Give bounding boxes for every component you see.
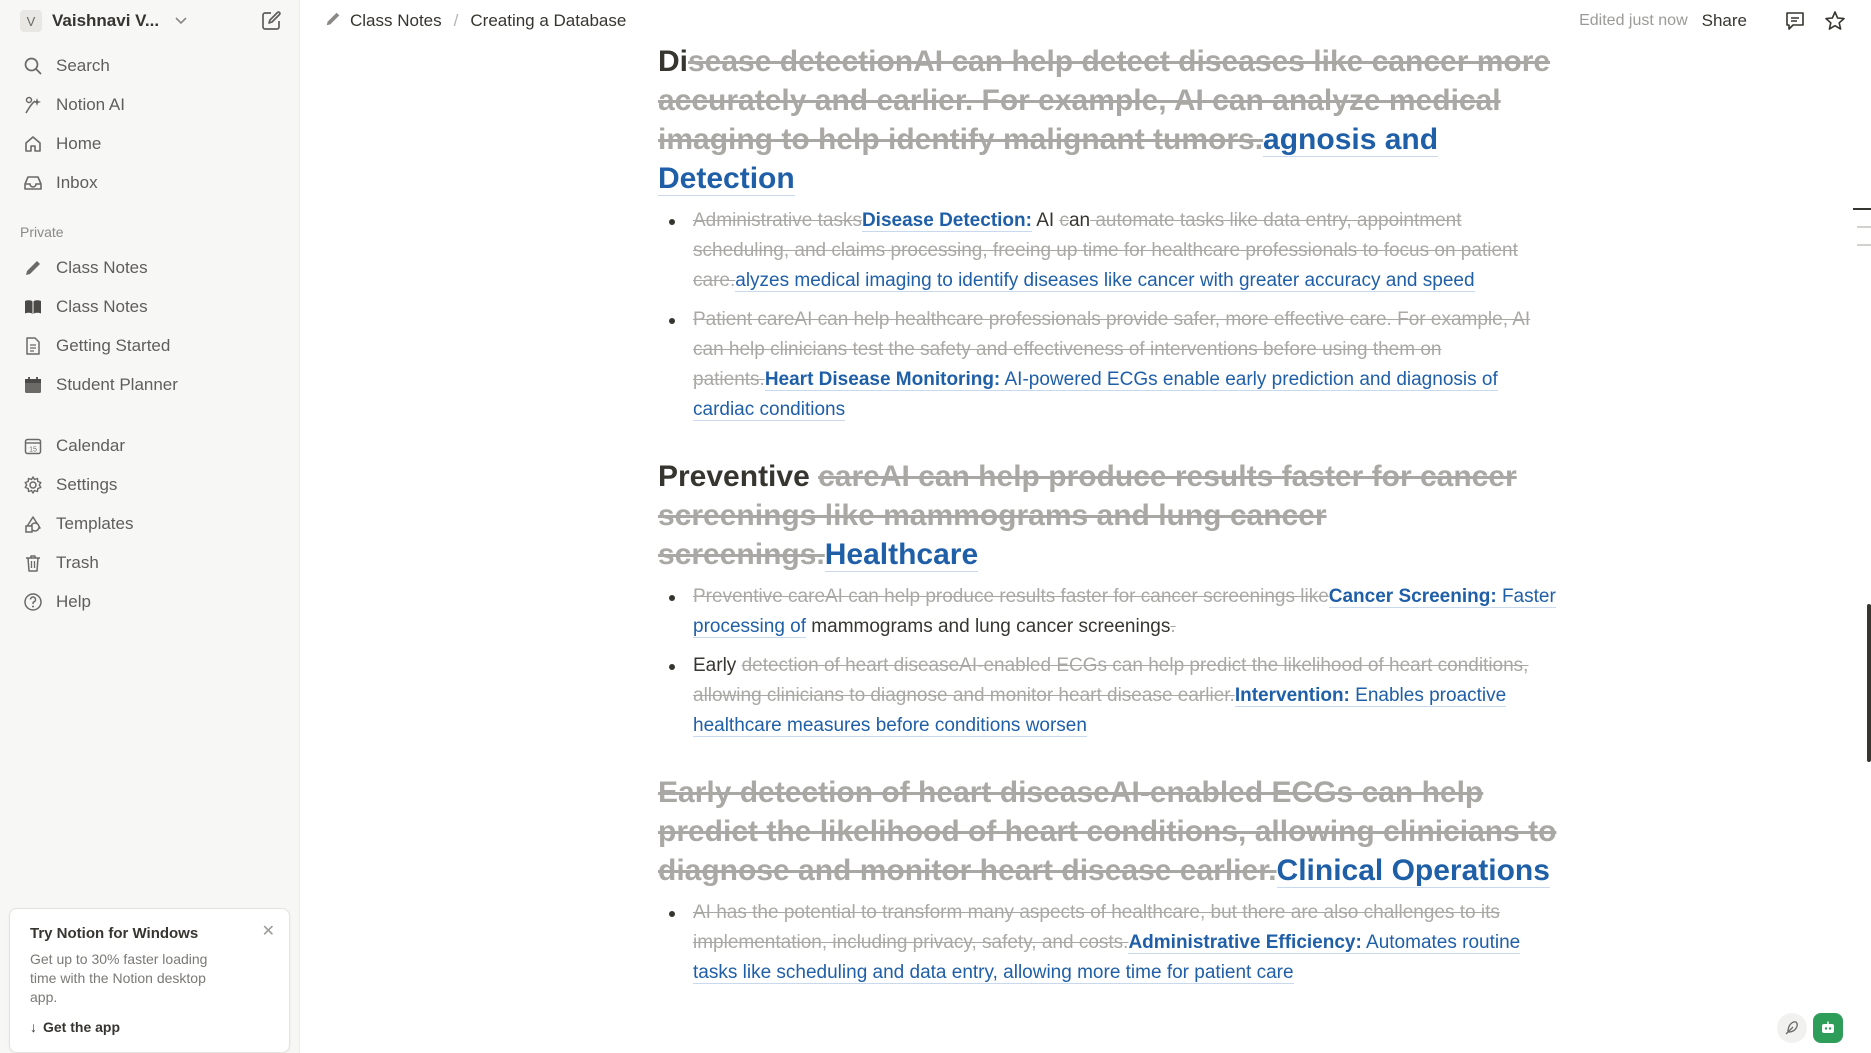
help-icon [22, 591, 44, 613]
pencil-icon [324, 10, 342, 33]
sidebar-item-label: Class Notes [56, 257, 148, 277]
breadcrumb-creating-a-database[interactable]: Creating a Database [470, 11, 626, 31]
close-icon[interactable]: ✕ [262, 921, 275, 941]
list-item[interactable]: Preventive careAI can help produce resul… [658, 582, 1558, 642]
sidebar-item-home[interactable]: Home [10, 124, 289, 163]
page-content: Disease detectionAI can help detect dise… [658, 42, 1558, 997]
sidebar-item-label: Home [56, 133, 102, 153]
sidebar-item-student-planner[interactable]: Student Planner [10, 365, 289, 404]
assistant-icon[interactable] [1813, 1013, 1843, 1043]
workspace-name: Vaishnavi V... [52, 11, 160, 30]
main-nav: Search Notion AI Home Inbox [0, 42, 299, 206]
floating-actions [1777, 1013, 1843, 1043]
home-icon [22, 133, 44, 155]
notion-ai-icon [22, 94, 44, 116]
list-item[interactable]: AI has the potential to transform many a… [658, 898, 1558, 988]
sidebar-item-label: Help [56, 591, 91, 611]
sidebar-item-label: Settings [56, 474, 118, 494]
sidebar-item-label: Student Planner [56, 374, 178, 394]
workspace-avatar: V [20, 10, 42, 32]
sidebar-item-settings[interactable]: Settings [10, 465, 289, 504]
star-icon[interactable] [1821, 7, 1849, 35]
sidebar-item-label: Notion AI [56, 94, 125, 114]
heading-diagnosis-detection[interactable]: Disease detectionAI can help detect dise… [658, 42, 1558, 198]
private-nav: Class Notes Class Notes Getting Started … [0, 248, 299, 408]
breadcrumb-separator: / [453, 11, 459, 30]
sidebar-item-search[interactable]: Search [10, 46, 289, 85]
sidebar-item-label: Search [56, 55, 110, 75]
sidebar-item-calendar[interactable]: 15 Calendar [10, 426, 289, 465]
heading-preventive-healthcare[interactable]: Preventive careAI can help produce resul… [658, 457, 1558, 574]
list-item[interactable]: Patient careAI can help healthcare profe… [658, 305, 1558, 425]
calendar-icon: 15 [22, 435, 44, 457]
topbar-actions: Edited just now Share [1579, 7, 1849, 35]
sidebar-item-templates[interactable]: Templates [10, 504, 289, 543]
tools-nav: 15 Calendar Settings Templates Trash Hel… [0, 426, 299, 625]
gear-icon [22, 474, 44, 496]
book-icon [22, 296, 44, 318]
bullet-list-preventive: Preventive careAI can help produce resul… [658, 582, 1558, 741]
topbar: Class Notes / Creating a Database Edited… [300, 0, 1871, 42]
outline-marker[interactable] [1853, 208, 1871, 210]
sidebar-item-class-notes-book[interactable]: Class Notes [10, 287, 289, 326]
sidebar-item-label: Inbox [56, 172, 98, 192]
outline-marker[interactable] [1857, 244, 1871, 246]
share-button[interactable]: Share [1702, 11, 1747, 31]
sidebar-item-getting-started[interactable]: Getting Started [10, 326, 289, 365]
heading-clinical-operations[interactable]: Early detection of heart diseaseAI-enabl… [658, 773, 1558, 890]
sidebar-item-label: Class Notes [56, 296, 148, 316]
comment-icon[interactable] [1781, 7, 1809, 35]
inbox-icon [22, 172, 44, 194]
promo-title: Try Notion for Windows [30, 925, 199, 942]
get-app-link[interactable]: ↓ Get the app [30, 1019, 269, 1035]
trash-icon [22, 552, 44, 574]
new-page-icon[interactable] [257, 7, 285, 35]
edited-status: Edited just now [1579, 12, 1688, 29]
desktop-app-promo: ✕ Try Notion for Windows Get up to 30% f… [9, 908, 290, 1053]
svg-text:15: 15 [29, 446, 37, 453]
pencil-icon [22, 257, 44, 279]
arrow-down-icon: ↓ [30, 1019, 37, 1035]
workspace-switcher[interactable]: V Vaishnavi V... [0, 0, 299, 42]
sidebar-item-notion-ai[interactable]: Notion AI [10, 85, 289, 124]
list-item[interactable]: Early detection of heart diseaseAI-enabl… [658, 651, 1558, 741]
breadcrumb: Class Notes / Creating a Database [324, 10, 626, 33]
outline-marker[interactable] [1857, 226, 1871, 228]
search-icon [22, 55, 44, 77]
sidebar-item-inbox[interactable]: Inbox [10, 163, 289, 202]
scrollbar[interactable] [1867, 604, 1871, 762]
promo-body: Get up to 30% faster loading time with t… [30, 951, 208, 1005]
get-app-label: Get the app [43, 1019, 121, 1035]
sidebar-item-class-notes[interactable]: Class Notes [10, 248, 289, 287]
sidebar-item-label: Trash [56, 552, 99, 572]
bullet-list-clinical: AI has the potential to transform many a… [658, 898, 1558, 988]
chevron-down-icon[interactable] [175, 14, 187, 28]
private-section-label: Private [20, 224, 64, 240]
sidebar: V Vaishnavi V... Search Notion AI Home I… [0, 0, 300, 1053]
bullet-list-diagnosis: Administrative tasksDisease Detection: A… [658, 206, 1558, 425]
sidebar-item-label: Templates [56, 513, 134, 533]
calendar-page-icon [22, 374, 44, 396]
sidebar-item-label: Getting Started [56, 335, 171, 355]
templates-icon [22, 513, 44, 535]
feather-icon[interactable] [1777, 1013, 1807, 1043]
sidebar-item-help[interactable]: Help [10, 582, 289, 621]
list-item[interactable]: Administrative tasksDisease Detection: A… [658, 206, 1558, 296]
sidebar-item-trash[interactable]: Trash [10, 543, 289, 582]
document-icon [22, 335, 44, 357]
sidebar-item-label: Calendar [56, 435, 125, 455]
breadcrumb-class-notes[interactable]: Class Notes [350, 11, 442, 31]
